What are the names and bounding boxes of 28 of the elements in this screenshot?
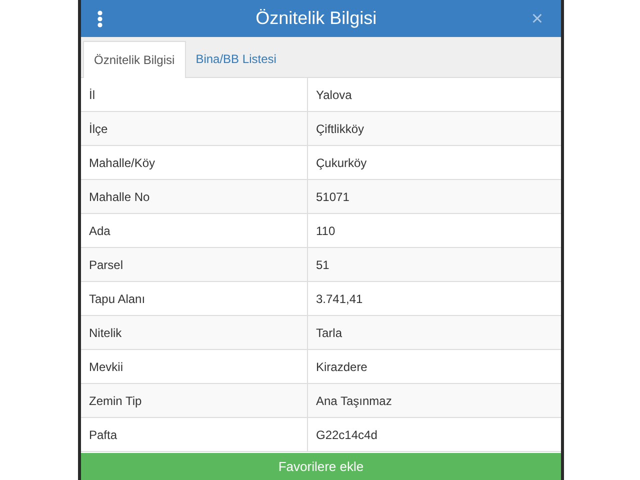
table-cell: Mevkii [81, 350, 308, 383]
table-cell: Tapu Alanı [81, 282, 308, 315]
table-cell-text: 3.741,41 [315, 290, 364, 308]
table-cell: Mahalle/Köy [81, 146, 308, 179]
table-cell: İlçe [81, 112, 308, 145]
table-cell-text: 51071 [315, 188, 350, 206]
table-cell: Zemin Tip [81, 384, 308, 417]
table-cell-text: 110 [315, 222, 336, 240]
table-cell: Ada [81, 214, 308, 247]
table-cell-text: Tarla [315, 324, 344, 342]
add-favorites-button[interactable]: Favorilere ekle [81, 453, 561, 480]
table-cell-text: Yalova [315, 86, 353, 104]
tab[interactable]: Öznitelik Bilgisi [83, 41, 186, 78]
window-title: Öznitelik Bilgisi [254, 8, 378, 29]
table-cell-text: Kirazdere [315, 358, 368, 376]
table-cell-text: Ana Taşınmaz [315, 392, 393, 410]
table-cell: Mahalle No [81, 180, 308, 213]
table-cell-text: Çiftlikköy [315, 120, 366, 138]
table-cell-text: G22c14c4d [315, 426, 378, 444]
tab[interactable]: Bina/BB Listesi [186, 41, 286, 77]
table-cell-text: Çukurköy [315, 154, 368, 172]
close-button[interactable]: × [529, 8, 545, 28]
table-cell: İl [81, 78, 308, 111]
table-cell: Nitelik [81, 316, 308, 349]
menu-icon[interactable] [97, 10, 103, 28]
table-cell: Pafta [81, 418, 308, 451]
table-cell-text: 51 [315, 256, 330, 274]
table-cell: Parsel [81, 248, 308, 281]
